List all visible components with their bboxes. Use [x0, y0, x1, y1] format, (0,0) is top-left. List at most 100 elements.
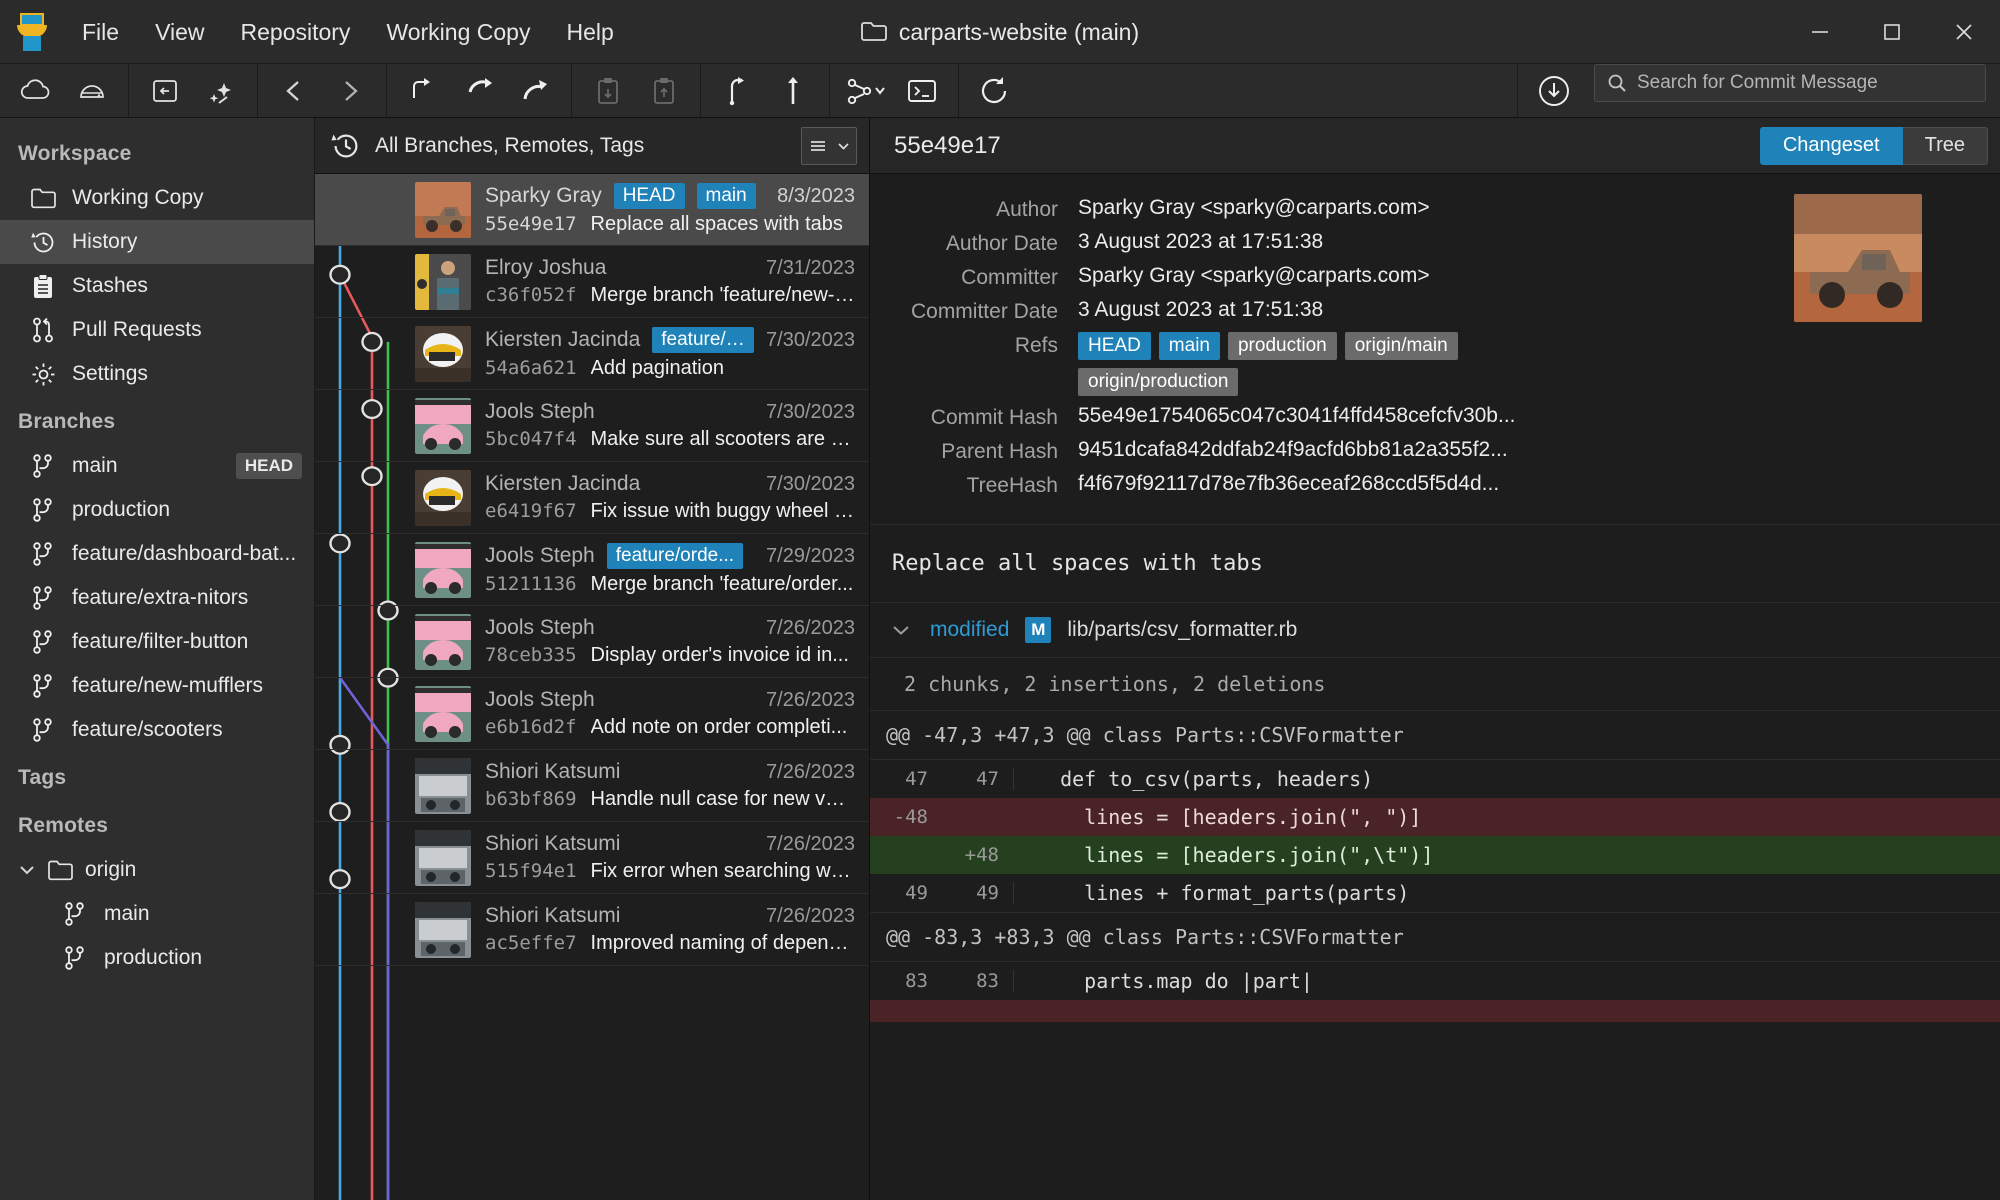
chevron-down-icon[interactable]: [888, 623, 914, 637]
chevron-down-icon: [18, 864, 36, 876]
commit-list-options-button[interactable]: [801, 127, 857, 165]
tab-changeset[interactable]: Changeset: [1760, 127, 1903, 165]
pop-stash-icon[interactable]: [636, 64, 692, 118]
sidebar-branch-scooters[interactable]: feature/scooters: [0, 708, 314, 752]
open-repository-icon[interactable]: [64, 64, 120, 118]
info-value: f4f679f92117d78e7fb36eceaf268ccd5f5d4d..…: [1078, 472, 1499, 496]
sidebar-branch-new-mufflers[interactable]: feature/new-mufflers: [0, 664, 314, 708]
menu-view[interactable]: View: [137, 12, 222, 52]
pull-icon[interactable]: [395, 64, 451, 118]
sidebar-section-remotes: Remotes: [0, 800, 314, 848]
commit-list[interactable]: Sparky Gray HEAD main 8/3/2023 55e49e17 …: [315, 174, 869, 1200]
sidebar-label: Stashes: [72, 274, 148, 298]
commit-row[interactable]: Jools Steph feature/orde... 7/29/2023 51…: [315, 534, 869, 606]
commit-detail-panel: 55e49e17 Changeset Tree Author Sparky Gr…: [870, 118, 2000, 1200]
branch-icon: [30, 717, 56, 743]
avatar: [415, 398, 471, 454]
ref-chip-origin-main[interactable]: origin/main: [1345, 332, 1458, 360]
info-value: Sparky Gray <sparky@carparts.com>: [1078, 196, 1430, 220]
new-line-number: +48: [942, 844, 1014, 866]
info-row-commit-hash: Commit Hash 55e49e1754065c047c3041f4ffd4…: [870, 404, 2000, 430]
maximize-button[interactable]: [1856, 0, 1928, 64]
avatar: [415, 758, 471, 814]
sidebar-item-settings[interactable]: Settings: [0, 352, 314, 396]
stash-icon[interactable]: [580, 64, 636, 118]
history-clock-icon: [331, 131, 361, 161]
sidebar-item-stashes[interactable]: Stashes: [0, 264, 314, 308]
menu-working-copy[interactable]: Working Copy: [368, 12, 548, 52]
commit-row[interactable]: Elroy Joshua 7/31/2023 c36f052f Merge br…: [315, 246, 869, 318]
tab-tree[interactable]: Tree: [1903, 127, 1988, 165]
fetch-icon[interactable]: [507, 64, 563, 118]
commit-row[interactable]: Shiori Katsumi 7/26/2023 ac5effe7 Improv…: [315, 894, 869, 966]
sidebar-label: Working Copy: [72, 186, 204, 210]
search-commit-message-box[interactable]: [1594, 64, 1986, 102]
commit-row[interactable]: Jools Steph 7/26/2023 e6b16d2f Add note …: [315, 678, 869, 750]
changed-file-row[interactable]: modified M lib/parts/csv_formatter.rb: [870, 603, 2000, 658]
commit-message: Replace all spaces with tabs: [591, 213, 843, 236]
sidebar-remote-branch-production[interactable]: production: [0, 936, 314, 980]
ref-chip-origin-production[interactable]: origin/production: [1078, 368, 1238, 396]
menu-file[interactable]: File: [64, 12, 137, 52]
merge-icon[interactable]: [838, 64, 894, 118]
search-input[interactable]: [1637, 72, 1973, 94]
sidebar-branch-dashboard[interactable]: feature/dashboard-bat...: [0, 532, 314, 576]
ref-badge-main: main: [697, 183, 756, 209]
ref-chip-main[interactable]: main: [1159, 332, 1220, 360]
sidebar-item-pull-requests[interactable]: Pull Requests: [0, 308, 314, 352]
commit-sha: 55e49e17: [485, 213, 577, 235]
terminal-icon[interactable]: [894, 64, 950, 118]
clone-icon[interactable]: [8, 64, 64, 118]
diff-code: lines = [headers.join(", ")]: [1014, 805, 2000, 829]
branch-icon: [30, 629, 56, 655]
sidebar-remote-origin[interactable]: origin: [0, 848, 314, 892]
minimize-button[interactable]: [1784, 0, 1856, 64]
head-badge: HEAD: [236, 453, 302, 479]
branch-icon[interactable]: [709, 64, 765, 118]
commit-row[interactable]: Jools Steph 7/30/2023 5bc047f4 Make sure…: [315, 390, 869, 462]
branch-icon: [62, 945, 88, 971]
fetch-down-icon[interactable]: [1526, 64, 1582, 118]
info-value: 9451dcafa842ddfab24f9acfd6bb81a2a355f2..…: [1078, 438, 1508, 462]
branch-icon: [30, 585, 56, 611]
commit-row[interactable]: Jools Steph 7/26/2023 78ceb335 Display o…: [315, 606, 869, 678]
menu-repository[interactable]: Repository: [223, 12, 369, 52]
commit-message: Merge branch 'feature/order...: [591, 573, 854, 596]
forward-icon[interactable]: [322, 64, 378, 118]
commit-row[interactable]: Kiersten Jacinda 7/30/2023 e6419f67 Fix …: [315, 462, 869, 534]
sidebar-item-history[interactable]: History: [0, 220, 314, 264]
diff-line: 49 49 lines + format_parts(parts): [870, 874, 2000, 912]
menu-help[interactable]: Help: [548, 12, 631, 52]
push-icon[interactable]: [451, 64, 507, 118]
commit-date: 7/30/2023: [766, 401, 869, 424]
sidebar-remote-branch-main[interactable]: main: [0, 892, 314, 936]
commit-icon[interactable]: [137, 64, 193, 118]
info-row-parent-hash: Parent Hash 9451dcafa842ddfab24f9acfd6bb…: [870, 438, 2000, 464]
commit-message-detail: Replace all spaces with tabs: [870, 525, 2000, 603]
commit-row[interactable]: Shiori Katsumi 7/26/2023 b63bf869 Handle…: [315, 750, 869, 822]
sidebar-branch-extra-nitors[interactable]: feature/extra-nitors: [0, 576, 314, 620]
commit-row[interactable]: Shiori Katsumi 7/26/2023 515f94e1 Fix er…: [315, 822, 869, 894]
commit-row[interactable]: Kiersten Jacinda feature/sc... 7/30/2023…: [315, 318, 869, 390]
refresh-icon[interactable]: [967, 64, 1023, 118]
avatar: [415, 902, 471, 958]
detail-header: 55e49e17 Changeset Tree: [870, 118, 2000, 174]
sidebar-branch-filter-button[interactable]: feature/filter-button: [0, 620, 314, 664]
sidebar-item-working-copy[interactable]: Working Copy: [0, 176, 314, 220]
commit-sha: c36f052f: [485, 284, 577, 306]
info-label: Author Date: [870, 230, 1078, 256]
window-controls: [1784, 0, 2000, 64]
sidebar-label: production: [72, 498, 170, 522]
avatar: [415, 614, 471, 670]
ref-chip-production[interactable]: production: [1228, 332, 1337, 360]
main-body: Workspace Working Copy History Stashes: [0, 118, 2000, 1200]
ref-chip-head[interactable]: HEAD: [1078, 332, 1151, 360]
sidebar-branch-production[interactable]: production: [0, 488, 314, 532]
stage-all-icon[interactable]: [193, 64, 249, 118]
close-button[interactable]: [1928, 0, 2000, 64]
info-label: Committer Date: [870, 298, 1078, 324]
sidebar-branch-main[interactable]: main HEAD: [0, 444, 314, 488]
back-icon[interactable]: [266, 64, 322, 118]
commit-row[interactable]: Sparky Gray HEAD main 8/3/2023 55e49e17 …: [315, 174, 869, 246]
tag-icon[interactable]: [765, 64, 821, 118]
